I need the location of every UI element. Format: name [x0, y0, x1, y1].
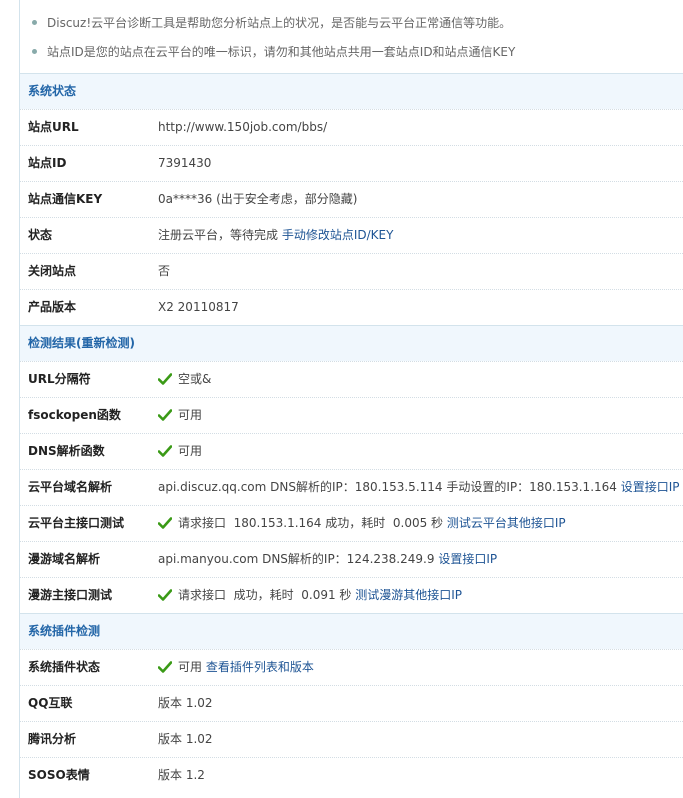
- row-value: http://www.150job.com/bbs/: [158, 120, 328, 134]
- tip-item: 站点ID是您的站点在云平台的唯一标识，请勿和其他站点共用一套站点ID和站点通信K…: [32, 42, 515, 62]
- row-value: 可用 查看插件列表和版本: [158, 650, 314, 684]
- status-text: 可用: [178, 660, 203, 674]
- row-url-separator: URL分隔符 空或&: [20, 361, 683, 397]
- tip-text: Discuz!云平台诊断工具是帮助您分析站点上的状况，是否能与云平台正常通信等功…: [47, 16, 512, 30]
- row-site-key: 站点通信KEY 0a****36 (出于安全考虑，部分隐藏): [20, 181, 683, 217]
- recheck-link[interactable]: (重新检测): [76, 336, 135, 350]
- row-value: 可用: [158, 434, 202, 468]
- row-value: 可用: [158, 398, 202, 432]
- row-label: QQ互联: [28, 696, 73, 710]
- check-icon: [158, 660, 172, 673]
- status-text: 可用: [178, 444, 203, 458]
- row-label: 状态: [28, 228, 53, 242]
- row-soso-emoji: SOSO表情 版本 1.2: [20, 757, 683, 793]
- row-value: X2 20110817: [158, 300, 239, 314]
- row-value: 版本 1.2: [158, 768, 205, 782]
- set-api-ip-link[interactable]: 设置接口IP: [621, 480, 680, 494]
- section-system-status: 系统状态: [20, 73, 683, 109]
- section-plugin-check: 系统插件检测: [20, 613, 683, 649]
- section-title: 系统状态: [28, 84, 77, 98]
- row-cloud-dns: 云平台域名解析 api.discuz.qq.com DNS解析的IP：180.1…: [20, 469, 683, 505]
- row-label: 站点ID: [28, 156, 67, 170]
- tip-text: 站点ID是您的站点在云平台的唯一标识，请勿和其他站点共用一套站点ID和站点通信K…: [47, 45, 516, 59]
- row-dns-func: DNS解析函数 可用: [20, 433, 683, 469]
- row-label: URL分隔符: [28, 372, 91, 386]
- check-icon: [158, 588, 172, 601]
- row-label: 系统插件状态: [28, 660, 101, 674]
- check-icon: [158, 408, 172, 421]
- row-value: 注册云平台，等待完成 手动修改站点ID/KEY: [158, 218, 393, 252]
- set-manyou-ip-link[interactable]: 设置接口IP: [438, 552, 497, 566]
- check-icon: [158, 516, 172, 529]
- row-value: api.manyou.com DNS解析的IP：124.238.249.9 设置…: [158, 542, 497, 576]
- status-text: 可用: [178, 408, 203, 422]
- row-cloud-api: 云平台主接口测试 请求接口 180.153.1.164 成功，耗时 0.005 …: [20, 505, 683, 541]
- tips-area: Discuz!云平台诊断工具是帮助您分析站点上的状况，是否能与云平台正常通信等功…: [20, 0, 683, 73]
- row-value: 空或&: [158, 362, 211, 396]
- bullet-icon: [32, 49, 37, 54]
- bullet-icon: [32, 20, 37, 25]
- row-value: 请求接口 180.153.1.164 成功，耗时 0.005 秒 测试云平台其他…: [158, 506, 566, 540]
- row-value: 版本 1.02: [158, 732, 213, 746]
- status-text: 请求接口 成功，耗时 0.091 秒: [178, 588, 352, 602]
- row-value: api.discuz.qq.com DNS解析的IP：180.153.5.114…: [158, 470, 680, 504]
- row-label: 漫游域名解析: [28, 552, 101, 566]
- row-plugin-status: 系统插件状态 可用 查看插件列表和版本: [20, 649, 683, 685]
- row-fsockopen: fsockopen函数 可用: [20, 397, 683, 433]
- test-cloud-other-ip-link[interactable]: 测试云平台其他接口IP: [447, 516, 566, 530]
- status-text: 请求接口 180.153.1.164 成功，耗时 0.005 秒: [178, 516, 444, 530]
- status-text: api.manyou.com DNS解析的IP：124.238.249.9: [158, 552, 435, 566]
- section-title-text: 检测结果: [28, 336, 77, 350]
- row-label: 漫游主接口测试: [28, 588, 113, 602]
- row-manyou-dns: 漫游域名解析 api.manyou.com DNS解析的IP：124.238.2…: [20, 541, 683, 577]
- row-label: DNS解析函数: [28, 444, 105, 458]
- view-plugin-list-link[interactable]: 查看插件列表和版本: [206, 660, 314, 674]
- check-icon: [158, 372, 172, 385]
- row-label: 腾讯分析: [28, 732, 77, 746]
- section-check-results: 检测结果(重新检测): [20, 325, 683, 361]
- tip-item: Discuz!云平台诊断工具是帮助您分析站点上的状况，是否能与云平台正常通信等功…: [32, 13, 511, 33]
- row-value: 否: [158, 264, 171, 278]
- status-text: 空或&: [178, 372, 212, 386]
- row-label: SOSO表情: [28, 768, 90, 782]
- row-manyou-api: 漫游主接口测试 请求接口 成功，耗时 0.091 秒 测试漫游其他接口IP: [20, 577, 683, 613]
- row-label: 云平台主接口测试: [28, 516, 125, 530]
- status-text: api.discuz.qq.com DNS解析的IP：180.153.5.114…: [158, 480, 617, 494]
- row-status: 状态 注册云平台，等待完成 手动修改站点ID/KEY: [20, 217, 683, 253]
- status-text: 注册云平台，等待完成: [158, 228, 279, 242]
- edit-site-id-key-link[interactable]: 手动修改站点ID/KEY: [282, 228, 394, 242]
- section-title: 检测结果(重新检测): [28, 326, 135, 360]
- row-label: 关闭站点: [28, 264, 77, 278]
- row-tencent-analytics: 腾讯分析 版本 1.02: [20, 721, 683, 757]
- row-label: 站点通信KEY: [28, 192, 103, 206]
- row-site-id: 站点ID 7391430: [20, 145, 683, 181]
- row-value: 0a****36 (出于安全考虑，部分隐藏): [158, 192, 358, 206]
- check-icon: [158, 444, 172, 457]
- section-title: 系统插件检测: [28, 624, 101, 638]
- row-label: 站点URL: [28, 120, 79, 134]
- cloud-diagnostic-page: Discuz!云平台诊断工具是帮助您分析站点上的状况，是否能与云平台正常通信等功…: [0, 0, 683, 798]
- row-label: fsockopen函数: [28, 408, 121, 422]
- row-qq-connect: QQ互联 版本 1.02: [20, 685, 683, 721]
- row-label: 云平台域名解析: [28, 480, 113, 494]
- row-value: 请求接口 成功，耗时 0.091 秒 测试漫游其他接口IP: [158, 578, 462, 612]
- row-value: 版本 1.02: [158, 696, 213, 710]
- row-value: 7391430: [158, 156, 212, 170]
- row-product-version: 产品版本 X2 20110817: [20, 289, 683, 325]
- row-site-url: 站点URL http://www.150job.com/bbs/: [20, 109, 683, 145]
- row-label: 产品版本: [28, 300, 77, 314]
- row-site-closed: 关闭站点 否: [20, 253, 683, 289]
- test-manyou-other-ip-link[interactable]: 测试漫游其他接口IP: [355, 588, 462, 602]
